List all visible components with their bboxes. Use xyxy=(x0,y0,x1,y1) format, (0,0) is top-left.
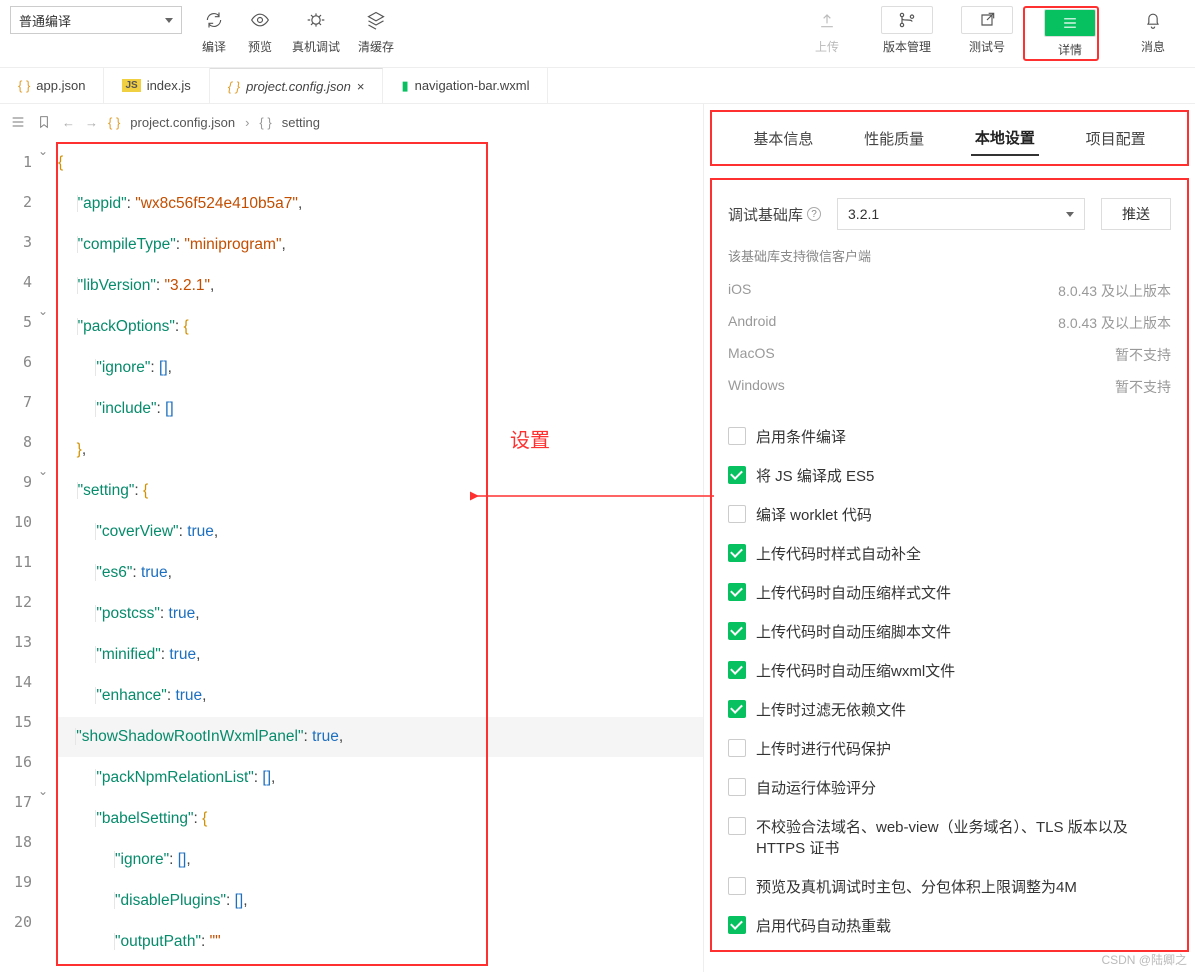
layers-icon xyxy=(366,10,386,30)
remote-debug-button[interactable]: 真机调试 xyxy=(292,6,340,55)
checkbox-label: 不校验合法域名、web-view（业务域名）、TLS 版本以及 HTTPS 证书 xyxy=(756,816,1171,858)
details-tabs: 基本信息 性能质量 本地设置 项目配置 xyxy=(710,110,1189,166)
code-editor[interactable]: 1234567891011121314151617181920 ⌄ ⌄ ⌄ ⌄ … xyxy=(0,140,703,972)
file-tabs: { }app.json JSindex.js { }project.config… xyxy=(0,68,1195,104)
checkbox-label: 上传代码时样式自动补全 xyxy=(756,543,921,564)
close-icon[interactable]: × xyxy=(357,79,365,94)
chevron-down-icon xyxy=(165,18,173,23)
checkbox-icon[interactable] xyxy=(728,427,746,445)
breadcrumb: ←→ { } project.config.json › { } setting xyxy=(0,104,703,140)
annotation-label: 设置 xyxy=(510,424,550,453)
setting-checkbox-row[interactable]: 自动运行体验评分 xyxy=(728,768,1171,807)
checkbox-icon[interactable] xyxy=(728,877,746,895)
platform-row: MacOS暂不支持 xyxy=(728,339,1171,371)
setting-checkbox-row[interactable]: 上传代码时自动压缩样式文件 xyxy=(728,573,1171,612)
checkbox-icon[interactable] xyxy=(728,778,746,796)
version-button[interactable]: 版本管理 xyxy=(881,6,933,55)
branch-icon xyxy=(897,10,917,30)
chevron-down-icon xyxy=(1066,212,1074,217)
upload-icon xyxy=(817,10,837,30)
compile-button[interactable]: 编译 xyxy=(200,6,228,55)
setting-checkbox-row[interactable]: 编译 worklet 代码 xyxy=(728,495,1171,534)
upload-button: 上传 xyxy=(801,6,853,55)
line-numbers: 1234567891011121314151617181920 xyxy=(0,140,38,972)
checkbox-label: 启用代码自动热重载 xyxy=(756,915,891,936)
checkbox-icon[interactable] xyxy=(728,700,746,718)
setting-checkbox-row[interactable]: 不校验合法域名、web-view（业务域名）、TLS 版本以及 HTTPS 证书 xyxy=(728,807,1171,867)
checkbox-icon[interactable] xyxy=(728,661,746,679)
setting-checkbox-row[interactable]: 上传代码时自动压缩wxml文件 xyxy=(728,651,1171,690)
compile-mode-label: 普通编译 xyxy=(19,11,71,30)
checkbox-label: 将 JS 编译成 ES5 xyxy=(756,465,874,486)
setting-checkbox-row[interactable]: 将 JS 编译成 ES5 xyxy=(728,456,1171,495)
tab-basic-info[interactable]: 基本信息 xyxy=(749,122,817,155)
preview-button[interactable]: 预览 xyxy=(246,6,274,55)
push-button[interactable]: 推送 xyxy=(1101,198,1171,230)
checkbox-label: 上传代码时自动压缩样式文件 xyxy=(756,582,951,603)
support-note: 该基础库支持微信客户端 xyxy=(728,246,1171,265)
checkbox-label: 上传时过滤无依赖文件 xyxy=(756,699,906,720)
checkbox-label: 启用条件编译 xyxy=(756,426,846,447)
details-button[interactable]: 详情 xyxy=(1044,9,1096,58)
checkbox-label: 上传代码时自动压缩脚本文件 xyxy=(756,621,951,642)
lib-version-select[interactable]: 3.2.1 xyxy=(837,198,1085,230)
checkbox-icon[interactable] xyxy=(728,622,746,640)
setting-checkbox-row[interactable]: 上传时过滤无依赖文件 xyxy=(728,690,1171,729)
platform-row: Android8.0.43 及以上版本 xyxy=(728,307,1171,339)
tab-performance[interactable]: 性能质量 xyxy=(860,122,928,155)
eye-icon xyxy=(250,10,270,30)
checkbox-icon[interactable] xyxy=(728,583,746,601)
checkbox-label: 上传时进行代码保护 xyxy=(756,738,891,759)
setting-checkbox-row[interactable]: 上传时进行代码保护 xyxy=(728,729,1171,768)
external-icon xyxy=(977,10,997,30)
setting-checkbox-row[interactable]: 启用代码自动热重载 xyxy=(728,906,1171,945)
checkbox-icon[interactable] xyxy=(728,466,746,484)
list-icon[interactable] xyxy=(10,114,26,130)
checkbox-label: 预览及真机调试时主包、分包体积上限调整为4M xyxy=(756,876,1077,897)
bookmark-icon[interactable] xyxy=(36,114,52,130)
bug-icon xyxy=(306,10,326,30)
tab-index-js[interactable]: JSindex.js xyxy=(104,68,209,103)
test-number-button[interactable]: 测试号 xyxy=(961,6,1013,55)
help-icon[interactable]: ? xyxy=(807,207,821,221)
tab-local-settings[interactable]: 本地设置 xyxy=(971,121,1039,156)
setting-checkbox-row[interactable]: 启用条件编译 xyxy=(728,417,1171,456)
checkbox-label: 编译 worklet 代码 xyxy=(756,504,872,525)
compile-mode-select[interactable]: 普通编译 xyxy=(10,6,182,34)
platform-row: iOS8.0.43 及以上版本 xyxy=(728,275,1171,307)
setting-checkbox-row[interactable]: 预览及真机调试时主包、分包体积上限调整为4M xyxy=(728,867,1171,906)
watermark: CSDN @陆卿之 xyxy=(1101,951,1187,968)
setting-checkbox-row[interactable]: 上传代码时自动压缩脚本文件 xyxy=(728,612,1171,651)
checkbox-icon[interactable] xyxy=(728,817,746,835)
checkbox-label: 自动运行体验评分 xyxy=(756,777,876,798)
fold-gutter[interactable]: ⌄ ⌄ ⌄ ⌄ xyxy=(38,140,54,972)
checkbox-icon[interactable] xyxy=(728,544,746,562)
clear-cache-button[interactable]: 清缓存 xyxy=(358,6,394,55)
menu-icon xyxy=(1060,13,1080,33)
setting-checkbox-row[interactable]: 上传代码时样式自动补全 xyxy=(728,534,1171,573)
tab-navigation-bar[interactable]: ▮navigation-bar.wxml xyxy=(383,68,548,103)
checkbox-label: 上传代码时自动压缩wxml文件 xyxy=(756,660,955,681)
checkbox-icon[interactable] xyxy=(728,505,746,523)
checkbox-icon[interactable] xyxy=(728,916,746,934)
tab-project-config[interactable]: 项目配置 xyxy=(1082,122,1150,155)
tab-app-json[interactable]: { }app.json xyxy=(0,68,104,103)
checkbox-icon[interactable] xyxy=(728,739,746,757)
refresh-icon xyxy=(204,10,224,30)
platform-row: Windows暂不支持 xyxy=(728,371,1171,403)
code-content: { "appid": "wx8c56f524e410b5a7", "compil… xyxy=(54,140,703,972)
bell-icon xyxy=(1143,10,1163,30)
messages-button[interactable]: 消息 xyxy=(1127,6,1179,55)
tab-project-config[interactable]: { }project.config.json× xyxy=(210,68,384,103)
debug-lib-label: 调试基础库 ? xyxy=(728,204,821,225)
